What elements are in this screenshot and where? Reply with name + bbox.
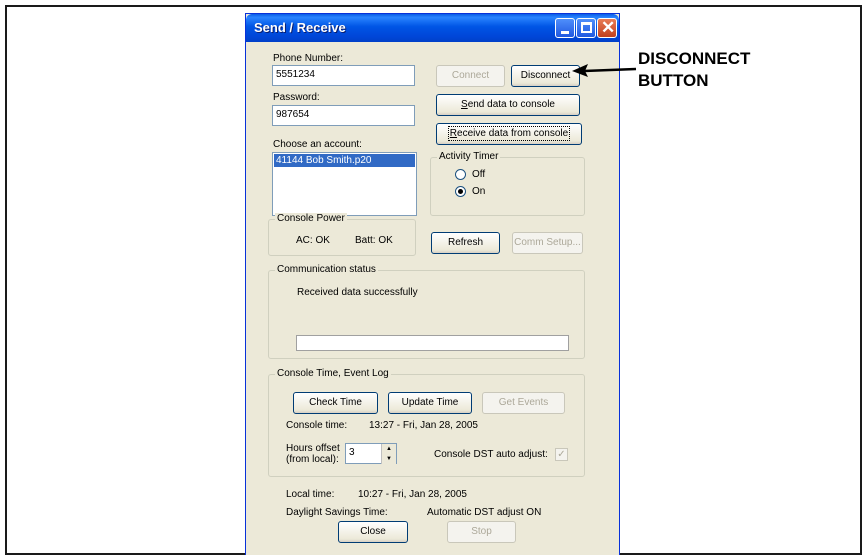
battery-status: Batt: OK (355, 235, 393, 246)
arrow-line (583, 67, 637, 73)
close-icon: ✕ (601, 18, 616, 37)
comm-status-message: Received data successfully (297, 287, 418, 298)
radio-selected-dot (458, 189, 463, 194)
comm-status-group: Communication status Received data succe… (268, 264, 585, 359)
get-events-button[interactable]: Get Events (482, 392, 565, 414)
comm-progress-bar (296, 335, 569, 351)
timer-off-radio[interactable] (455, 169, 466, 180)
account-listbox[interactable]: 41144 Bob Smith.p20 (272, 152, 417, 216)
activity-timer-group: Activity Timer Off On (430, 151, 585, 216)
comm-setup-button[interactable]: Comm Setup... (512, 232, 583, 254)
console-power-group: Console Power AC: OK Batt: OK (268, 213, 416, 256)
annotation-label: DISCONNECT BUTTON (638, 48, 750, 92)
close-button[interactable]: Close (338, 521, 408, 543)
send-data-label: Send data to console (461, 99, 555, 110)
console-dst-checkbox[interactable]: ✓ (555, 448, 568, 461)
refresh-button[interactable]: Refresh (431, 232, 500, 254)
console-dst-label: Console DST auto adjust: (434, 449, 548, 460)
timer-on-label: On (472, 186, 486, 197)
send-receive-dialog: Send / Receive ✕ Phone Number: 5551234 P… (245, 13, 620, 555)
annotation-line-2: BUTTON (638, 71, 709, 90)
send-data-button[interactable]: Send data to console (436, 94, 580, 116)
spin-down-icon[interactable]: ▼ (381, 454, 396, 464)
hours-offset-label-2: (from local): (286, 454, 339, 465)
password-label: Password: (273, 92, 320, 103)
timer-on-radio[interactable] (455, 186, 466, 197)
activity-timer-label: Activity Timer (437, 151, 501, 162)
annotation-line-1: DISCONNECT (638, 49, 751, 68)
title-bar: Send / Receive ✕ (246, 14, 619, 42)
account-label: Choose an account: (273, 139, 362, 150)
window-title: Send / Receive (254, 20, 346, 35)
connect-button[interactable]: Connect (436, 65, 505, 87)
console-time-caption: Console time: (286, 420, 348, 431)
stop-button[interactable]: Stop (447, 521, 516, 543)
checkmark-icon: ✓ (557, 449, 566, 460)
minimize-icon (561, 31, 569, 34)
console-power-label: Console Power (275, 213, 347, 224)
console-time-group: Console Time, Event Log Check Time Updat… (268, 368, 585, 477)
local-time-value: 10:27 - Fri, Jan 28, 2005 (358, 489, 467, 500)
password-input[interactable]: 987654 (272, 105, 415, 126)
receive-data-button[interactable]: Receive data from console (436, 123, 582, 145)
comm-status-label: Communication status (275, 264, 378, 275)
console-time-label: Console Time, Event Log (275, 368, 391, 379)
minimize-button[interactable] (555, 18, 575, 38)
update-time-button[interactable]: Update Time (388, 392, 472, 414)
local-time-caption: Local time: (286, 489, 335, 500)
hours-offset-spinner[interactable]: 3 ▲ ▼ (345, 443, 397, 464)
receive-data-label: Receive data from console (447, 126, 571, 141)
timer-off-label: Off (472, 169, 486, 180)
maximize-icon (581, 22, 592, 33)
dst-value: Automatic DST adjust ON (427, 507, 542, 518)
phone-number-label: Phone Number: (273, 53, 344, 64)
hours-offset-value: 3 (349, 447, 355, 458)
check-time-button[interactable]: Check Time (293, 392, 378, 414)
annotation-arrow (572, 64, 637, 77)
account-item[interactable]: 41144 Bob Smith.p20 (274, 154, 415, 167)
hours-offset-label: Hours offset (286, 443, 340, 454)
phone-number-input[interactable]: 5551234 (272, 65, 415, 86)
spin-up-icon[interactable]: ▲ (381, 444, 396, 454)
close-window-button[interactable]: ✕ (597, 18, 617, 38)
console-time-value: 13:27 - Fri, Jan 28, 2005 (369, 420, 478, 431)
ac-status: AC: OK (296, 235, 330, 246)
maximize-button[interactable] (576, 18, 596, 38)
dst-caption: Daylight Savings Time: (286, 507, 388, 518)
